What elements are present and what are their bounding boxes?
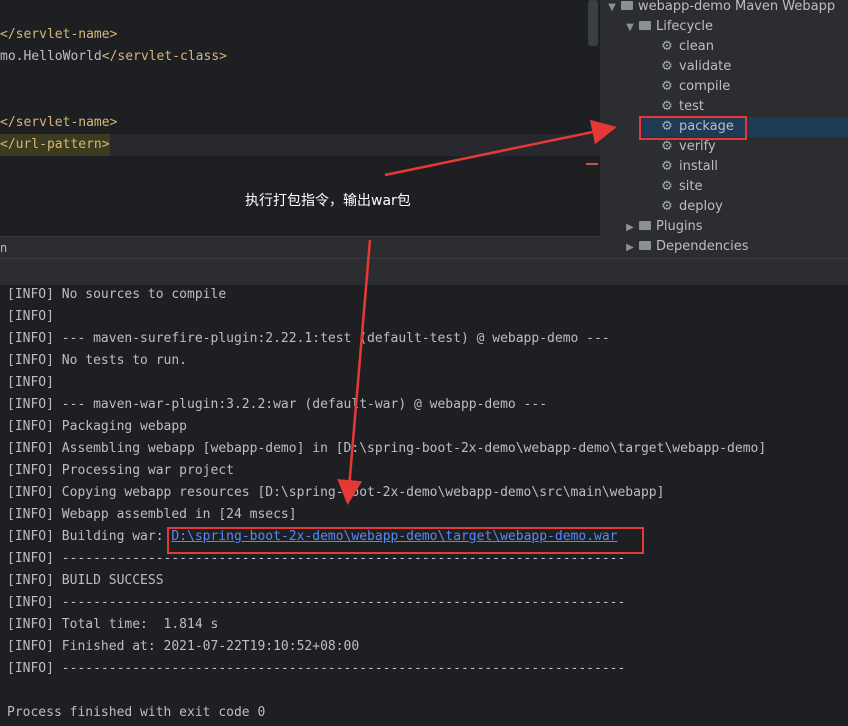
- chevron-down-icon[interactable]: ▼: [606, 0, 618, 18]
- code-text: mo.HelloWorld: [0, 49, 102, 64]
- annotation-text: 执行打包指令，输出war包: [245, 193, 411, 209]
- console-line: [INFO] --- maven-surefire-plugin:2.22.1:…: [7, 331, 610, 346]
- console-line: [INFO] BUILD SUCCESS: [7, 573, 164, 588]
- console-text: [INFO] Building war:: [7, 529, 172, 544]
- dependencies-label: Dependencies: [656, 239, 749, 254]
- gear-icon: ⚙: [661, 139, 673, 154]
- console-line: [INFO] ---------------------------------…: [7, 661, 626, 676]
- code-line: </servlet-name>: [0, 27, 118, 42]
- folder-icon: [639, 21, 651, 30]
- panel-label: n: [0, 241, 8, 255]
- editor-scrollbar[interactable]: [588, 0, 598, 46]
- console-line: [INFO] No tests to run.: [7, 353, 188, 368]
- error-marker: [586, 163, 598, 165]
- project-label: webapp-demo Maven Webapp: [638, 0, 836, 14]
- console-line: [INFO] Total time: 1.814 s: [7, 617, 219, 632]
- gear-icon: ⚙: [661, 99, 673, 114]
- gear-icon: ⚙: [661, 159, 673, 174]
- gear-icon: ⚙: [661, 59, 673, 74]
- lifecycle-phase-deploy[interactable]: ⚙ deploy: [660, 197, 723, 217]
- tool-window-bar: n: [0, 236, 600, 259]
- console-line: [INFO] No sources to compile: [7, 287, 227, 302]
- gear-icon: ⚙: [661, 199, 673, 214]
- gear-icon: ⚙: [661, 179, 673, 194]
- lifecycle-phase-test[interactable]: ⚙ test: [660, 97, 704, 117]
- run-console[interactable]: [INFO] No sources to compile [INFO] [INFO]…: [0, 285, 848, 726]
- lifecycle-node[interactable]: ▼ Lifecycle: [624, 17, 713, 37]
- chevron-down-icon[interactable]: ▼: [624, 18, 636, 38]
- console-line: [INFO] Finished at: 2021-07-22T19:10:52+…: [7, 639, 360, 654]
- console-line: [INFO] Processing war project: [7, 463, 234, 478]
- gear-icon: ⚙: [661, 39, 673, 54]
- console-line: [INFO] ---------------------------------…: [7, 595, 626, 610]
- dependencies-node[interactable]: ▶ Dependencies: [624, 237, 749, 258]
- lifecycle-phase-install[interactable]: ⚙ install: [660, 157, 718, 177]
- plugins-label: Plugins: [656, 219, 703, 234]
- lifecycle-phase-compile[interactable]: ⚙ compile: [660, 77, 730, 97]
- plugins-node[interactable]: ▶ Plugins: [624, 217, 703, 238]
- maven-module-icon: [621, 1, 633, 10]
- folder-icon: [639, 241, 651, 250]
- phase-label: test: [679, 99, 704, 114]
- war-path-highlight-box: [167, 527, 644, 554]
- phase-label: validate: [679, 59, 732, 74]
- console-line: [INFO] --- maven-war-plugin:3.2.2:war (d…: [7, 397, 548, 412]
- console-line: [INFO]: [7, 309, 54, 324]
- phase-label: verify: [679, 139, 716, 154]
- phase-label: install: [679, 159, 718, 174]
- chevron-right-icon[interactable]: ▶: [624, 218, 636, 238]
- code-line: mo.HelloWorld</servlet-class>: [0, 46, 227, 68]
- console-toolbar: [0, 258, 848, 286]
- phase-label: compile: [679, 79, 731, 94]
- lifecycle-phase-site[interactable]: ⚙ site: [660, 177, 702, 197]
- phase-label: deploy: [679, 199, 723, 214]
- folder-icon: [639, 221, 651, 230]
- code-line: </url-pattern>: [0, 134, 110, 156]
- lifecycle-phase-validate[interactable]: ⚙ validate: [660, 57, 731, 77]
- console-line: Process finished with exit code 0: [7, 705, 266, 720]
- maven-project-node[interactable]: ▼ webapp-demo Maven Webapp: [606, 0, 835, 17]
- phase-label: site: [679, 179, 703, 194]
- package-highlight-box: [639, 116, 747, 140]
- code-tag: </servlet-class>: [101, 49, 227, 64]
- console-line: [INFO] Assembling webapp [webapp-demo] i…: [7, 441, 767, 456]
- phase-label: clean: [679, 39, 714, 54]
- lifecycle-phase-clean[interactable]: ⚙ clean: [660, 37, 714, 57]
- console-line: [INFO] Copying webapp resources [D:\spri…: [7, 485, 665, 500]
- gear-icon: ⚙: [661, 79, 673, 94]
- lifecycle-phase-verify[interactable]: ⚙ verify: [660, 137, 716, 157]
- console-line: [INFO] Webapp assembled in [24 msecs]: [7, 507, 297, 522]
- console-line: [INFO] Packaging webapp: [7, 419, 188, 434]
- console-line: [INFO]: [7, 375, 54, 390]
- lifecycle-label: Lifecycle: [656, 19, 714, 34]
- code-line: </servlet-name>: [0, 115, 118, 130]
- chevron-right-icon[interactable]: ▶: [624, 238, 636, 258]
